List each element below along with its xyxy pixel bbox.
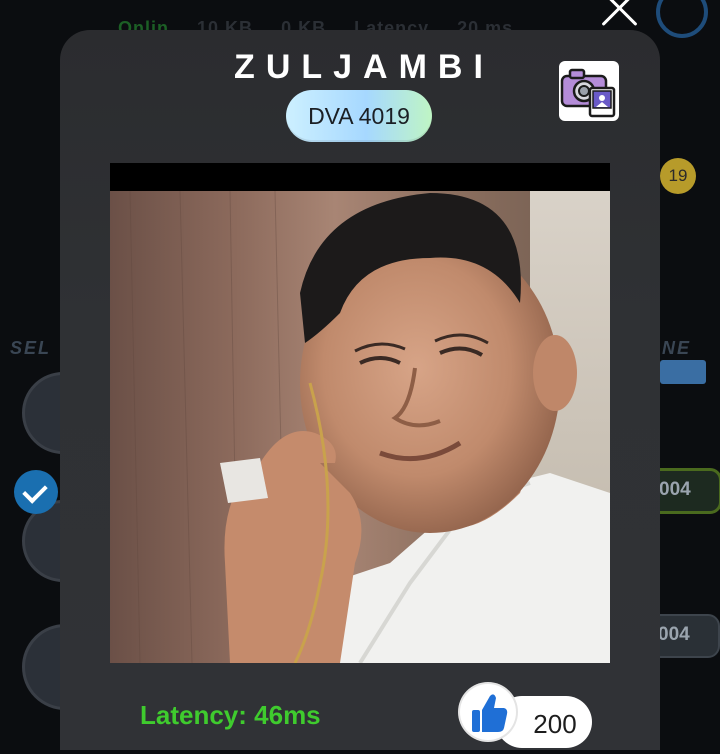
background-blue-tag <box>660 360 706 384</box>
profile-photo[interactable] <box>110 163 610 663</box>
background-ring-icon <box>656 0 708 38</box>
close-icon[interactable] <box>592 0 648 30</box>
profile-modal: ZULJAMBI DVA 4019 Latency: 46ms 200 <box>60 30 660 750</box>
verified-badge-icon <box>14 470 58 514</box>
camera-gallery-icon[interactable] <box>558 60 620 122</box>
notification-badge: 19 <box>660 158 696 194</box>
latency-label: Latency: 46ms <box>140 700 321 730</box>
user-code-badge[interactable]: DVA 4019 <box>286 90 432 142</box>
like-group: 200 <box>460 684 600 754</box>
background-left-label: SEL <box>10 338 52 358</box>
thumbs-up-icon[interactable] <box>460 684 516 740</box>
